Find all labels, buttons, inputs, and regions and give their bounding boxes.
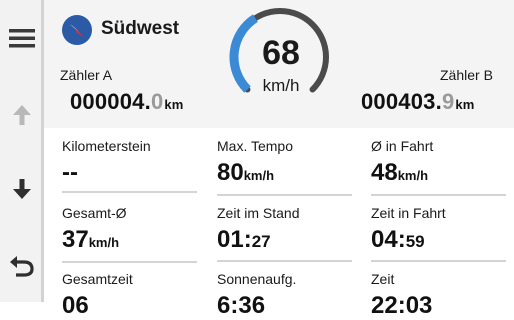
stat-label: Zeit in Fahrt: [371, 205, 446, 221]
trip-b-unit: km: [455, 97, 475, 112]
stat-value: 22:03: [371, 292, 506, 320]
stat-seconds: 59: [405, 232, 425, 251]
trip-b-decimal: 9: [441, 89, 455, 114]
trip-b-integer: 000403.: [361, 89, 442, 114]
speed-unit: km/h: [262, 76, 300, 95]
stat-value: 04:59: [371, 226, 506, 256]
divider: [217, 194, 352, 196]
stat-value: 48km/h: [371, 159, 506, 190]
divider: [371, 194, 506, 196]
stat-sunrise[interactable]: Sonnenaufg. 6:36: [217, 271, 352, 320]
stat-number: 48: [371, 159, 398, 186]
stat-number: 80: [217, 159, 244, 186]
stat-label: Max. Tempo: [217, 138, 293, 154]
stat-label: Kilometerstein: [62, 138, 151, 154]
stat-value: 37km/h: [62, 226, 197, 257]
scroll-up-button[interactable]: [0, 93, 44, 137]
heading-direction: Südwest: [101, 18, 180, 39]
trip-b-label: Zähler B: [440, 67, 493, 83]
stat-seconds: 27: [251, 232, 271, 251]
stat-moving-time[interactable]: Zeit in Fahrt 04:59: [371, 205, 506, 262]
stat-stopped-time[interactable]: Zeit im Stand 01:27: [217, 205, 352, 262]
stat-moving-avg[interactable]: Ø in Fahrt 48km/h: [371, 138, 506, 196]
stat-unit: km/h: [88, 235, 120, 250]
stat-label: Gesamtzeit: [62, 271, 133, 287]
trip-b-value: 000403.9km: [361, 89, 475, 115]
stat-value: --: [62, 159, 197, 187]
stat-label: Sonnenaufg.: [217, 271, 297, 287]
stat-total-time[interactable]: Gesamtzeit 06: [62, 271, 197, 320]
stat-number: 01:: [217, 226, 252, 253]
stat-value: 01:27: [217, 226, 352, 256]
compass-icon: [62, 15, 92, 45]
stat-max-speed[interactable]: Max. Tempo 80km/h: [217, 138, 352, 196]
stat-time[interactable]: Zeit 22:03: [371, 271, 506, 320]
stat-number: 37: [62, 226, 89, 253]
stat-value: 6:36: [217, 292, 352, 320]
stat-number: 22:03: [371, 292, 433, 319]
divider: [217, 260, 352, 262]
stat-label: Gesamt-Ø: [62, 205, 127, 221]
trip-a-label: Zähler A: [60, 67, 113, 83]
trip-a-decimal: 0: [150, 89, 164, 114]
arrow-down-icon: [10, 177, 34, 201]
trip-a-integer: 000004.: [70, 89, 151, 114]
stat-unit: km/h: [243, 168, 275, 183]
sidebar: [0, 0, 44, 302]
stat-value: 80km/h: [217, 159, 352, 190]
stat-number: --: [62, 159, 78, 186]
current-speed: 68: [262, 34, 300, 72]
back-button[interactable]: [0, 243, 44, 287]
divider: [62, 261, 197, 263]
stat-odometer[interactable]: Kilometerstein --: [62, 138, 197, 193]
trip-header: Südwest Zähler A 000004.0km Zähler B 000…: [44, 0, 514, 128]
stat-label: Ø in Fahrt: [371, 138, 434, 154]
stat-label: Zeit: [371, 271, 395, 287]
stat-unit: km/h: [397, 168, 429, 183]
stat-number: 06: [62, 292, 89, 319]
scroll-down-button[interactable]: [0, 167, 44, 211]
stat-value: 06: [62, 292, 197, 320]
hamburger-menu-icon: [9, 28, 35, 48]
stat-number: 04:: [371, 226, 406, 253]
menu-button[interactable]: [0, 16, 44, 60]
divider: [62, 191, 197, 193]
trip-a-value: 000004.0km: [70, 89, 184, 115]
stat-label: Zeit im Stand: [217, 205, 300, 221]
trip-a-unit: km: [164, 97, 184, 112]
back-arrow-icon: [9, 252, 35, 278]
stat-number: 6:36: [217, 292, 266, 319]
stat-overall-avg[interactable]: Gesamt-Ø 37km/h: [62, 205, 197, 263]
arrow-up-icon: [10, 103, 34, 127]
trip-stats-grid: Kilometerstein -- Max. Tempo 80km/h Ø in…: [44, 128, 514, 319]
divider: [371, 260, 506, 262]
